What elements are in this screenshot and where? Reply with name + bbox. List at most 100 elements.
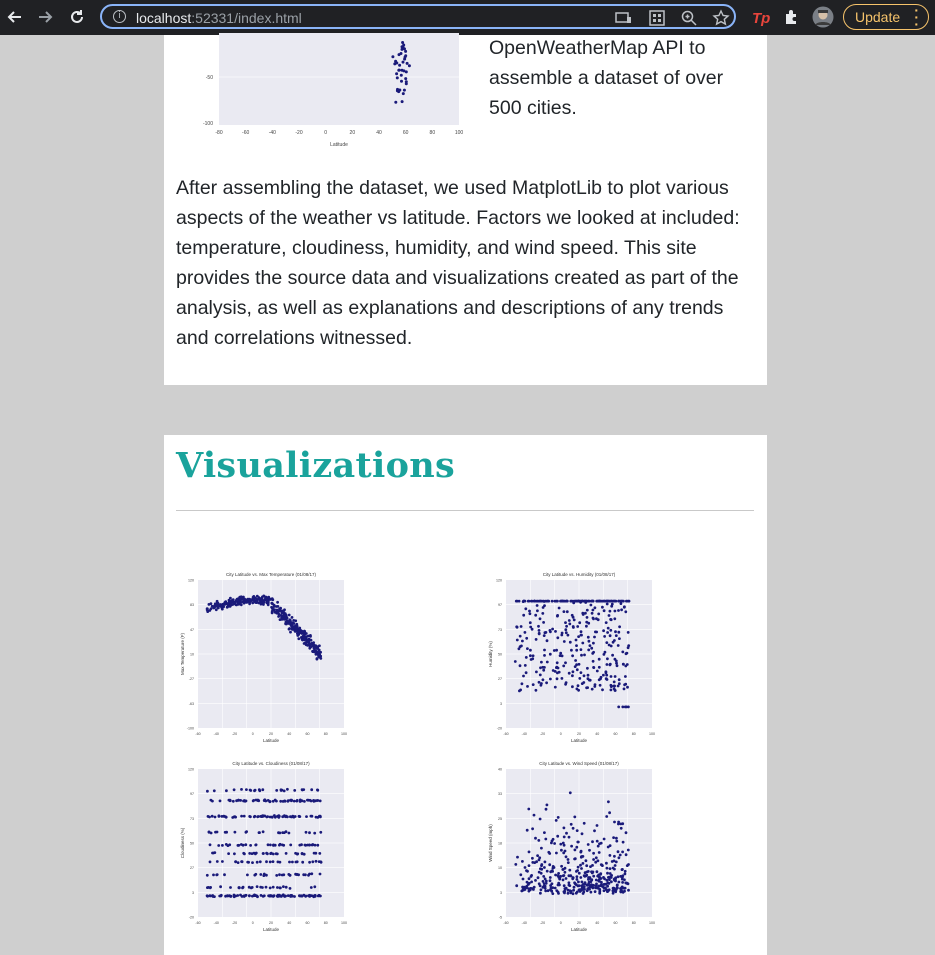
forward-arrow-icon[interactable] bbox=[34, 6, 56, 28]
data-point bbox=[618, 637, 621, 640]
x-tick-label: -40 bbox=[522, 921, 527, 925]
data-point bbox=[404, 82, 408, 86]
data-point bbox=[605, 815, 609, 818]
data-point bbox=[545, 681, 548, 685]
data-point bbox=[537, 680, 541, 684]
data-point bbox=[541, 612, 545, 615]
data-point bbox=[304, 873, 307, 877]
data-point bbox=[555, 648, 558, 652]
cloudiness-chart: City Latitude vs. Cloudiness (01/08/17) L… bbox=[180, 761, 347, 932]
extensions-puzzle-icon[interactable] bbox=[781, 6, 803, 28]
temperature-plot[interactable]: City Latitude vs. Max Temperature (01/08… bbox=[176, 565, 356, 750]
qr-code-icon[interactable] bbox=[648, 9, 666, 27]
data-point bbox=[230, 599, 234, 602]
profile-avatar[interactable] bbox=[812, 6, 834, 28]
data-point bbox=[537, 624, 540, 628]
data-point bbox=[538, 673, 542, 677]
update-button[interactable]: Update · · · bbox=[843, 3, 929, 31]
data-point bbox=[537, 599, 541, 603]
data-point bbox=[273, 843, 277, 847]
data-point bbox=[229, 886, 232, 889]
data-point bbox=[624, 682, 628, 686]
data-point bbox=[586, 673, 590, 677]
y-tick-label: -20 bbox=[497, 727, 502, 731]
data-point bbox=[564, 855, 568, 859]
x-tick-label: 0 bbox=[324, 130, 327, 136]
data-point bbox=[246, 597, 250, 601]
data-point bbox=[556, 636, 560, 640]
data-point bbox=[596, 618, 600, 622]
data-point bbox=[279, 799, 283, 803]
data-point bbox=[593, 683, 597, 686]
y-tick-label: 3 bbox=[500, 702, 502, 706]
data-point bbox=[271, 860, 275, 863]
data-point bbox=[226, 605, 229, 609]
data-point bbox=[601, 688, 604, 692]
x-tick-label: -80 bbox=[215, 130, 222, 136]
data-point bbox=[273, 814, 276, 817]
data-point bbox=[403, 57, 407, 61]
data-point bbox=[575, 875, 579, 878]
data-point bbox=[318, 799, 322, 803]
data-point bbox=[583, 887, 586, 891]
data-point bbox=[276, 600, 279, 604]
data-point bbox=[283, 895, 287, 898]
more-vert-icon[interactable]: · · · bbox=[914, 3, 919, 31]
data-point bbox=[254, 843, 258, 847]
data-point bbox=[535, 670, 538, 674]
data-point bbox=[222, 602, 225, 606]
data-point bbox=[538, 856, 542, 860]
data-point bbox=[544, 889, 548, 893]
data-point bbox=[581, 611, 585, 615]
data-point bbox=[593, 890, 597, 893]
address-bar[interactable]: i localhost:52331/index.html bbox=[100, 4, 736, 29]
data-point bbox=[527, 807, 531, 811]
data-point bbox=[219, 885, 222, 889]
data-point bbox=[609, 628, 613, 632]
data-point bbox=[577, 871, 581, 875]
data-point bbox=[216, 605, 220, 609]
data-point bbox=[275, 874, 279, 877]
site-info-icon[interactable]: i bbox=[113, 10, 126, 23]
data-point bbox=[599, 675, 603, 679]
data-point bbox=[318, 872, 322, 876]
data-point bbox=[526, 599, 530, 603]
data-point bbox=[266, 600, 270, 604]
wind-speed-plot[interactable]: City Latitude vs. Wind Speed (01/08/17) L… bbox=[484, 754, 664, 939]
data-point bbox=[593, 606, 597, 610]
data-point bbox=[595, 882, 598, 886]
data-point bbox=[542, 875, 546, 878]
intro-card: -50 -100 -80 -60 -40 -20 0 20 40 60 80 100 Latitude … bbox=[164, 33, 767, 385]
bookmark-star-icon[interactable] bbox=[712, 9, 730, 27]
data-point bbox=[544, 879, 548, 883]
data-point bbox=[545, 803, 549, 807]
data-point bbox=[318, 814, 321, 818]
data-point bbox=[515, 625, 519, 629]
data-point bbox=[612, 680, 616, 684]
data-point bbox=[623, 869, 627, 873]
data-point bbox=[535, 604, 539, 607]
data-point bbox=[589, 890, 593, 894]
zoom-icon[interactable] bbox=[680, 9, 698, 27]
back-arrow-icon[interactable] bbox=[4, 6, 26, 28]
humidity-plot[interactable]: City Latitude vs. Humidity (01/08/17) Lat… bbox=[484, 565, 664, 750]
data-point bbox=[580, 633, 583, 637]
data-point bbox=[586, 843, 590, 846]
data-point bbox=[524, 656, 528, 659]
reload-icon[interactable] bbox=[66, 6, 88, 28]
data-point bbox=[595, 824, 599, 827]
data-point bbox=[256, 895, 259, 899]
extension-tp-icon[interactable]: Tp bbox=[749, 6, 771, 28]
cast-icon[interactable] bbox=[614, 9, 632, 27]
cloudiness-plot[interactable]: City Latitude vs. Cloudiness (01/08/17) L… bbox=[176, 754, 356, 939]
data-point bbox=[213, 851, 217, 854]
data-point bbox=[607, 888, 611, 892]
data-point bbox=[550, 599, 554, 603]
data-point bbox=[530, 880, 533, 884]
data-point bbox=[606, 631, 609, 634]
data-point bbox=[292, 622, 296, 625]
data-point bbox=[617, 609, 620, 612]
data-point bbox=[624, 831, 628, 835]
data-point bbox=[565, 599, 569, 603]
data-point bbox=[591, 659, 595, 663]
